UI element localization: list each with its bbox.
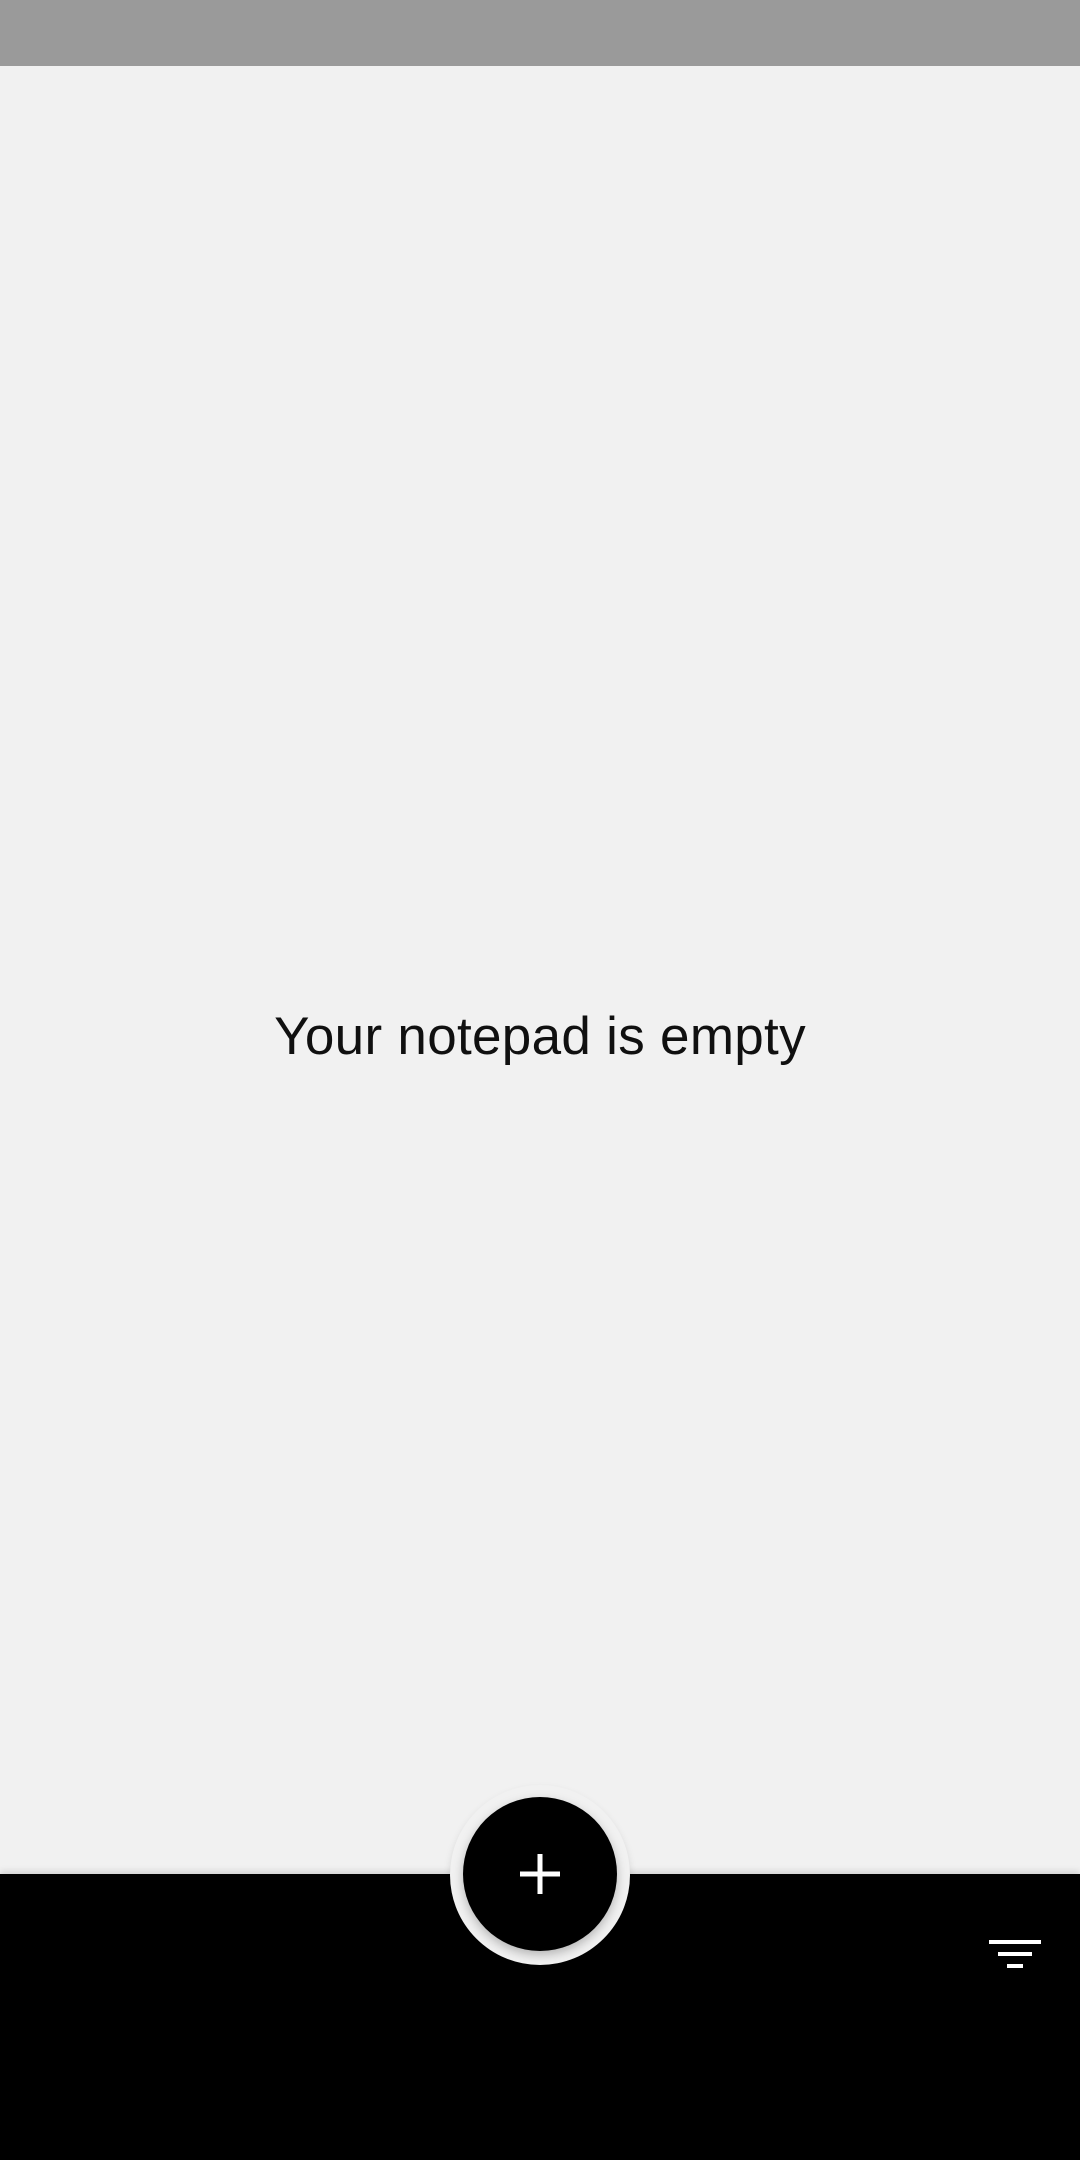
filter-icon	[989, 1940, 1041, 1968]
empty-state-message: Your notepad is empty	[274, 1007, 806, 1066]
add-note-button[interactable]	[463, 1797, 617, 1951]
plus-icon	[520, 1854, 560, 1894]
notes-list-area	[0, 66, 1080, 1874]
filter-button[interactable]	[980, 1928, 1050, 1988]
status-bar	[0, 0, 1080, 66]
